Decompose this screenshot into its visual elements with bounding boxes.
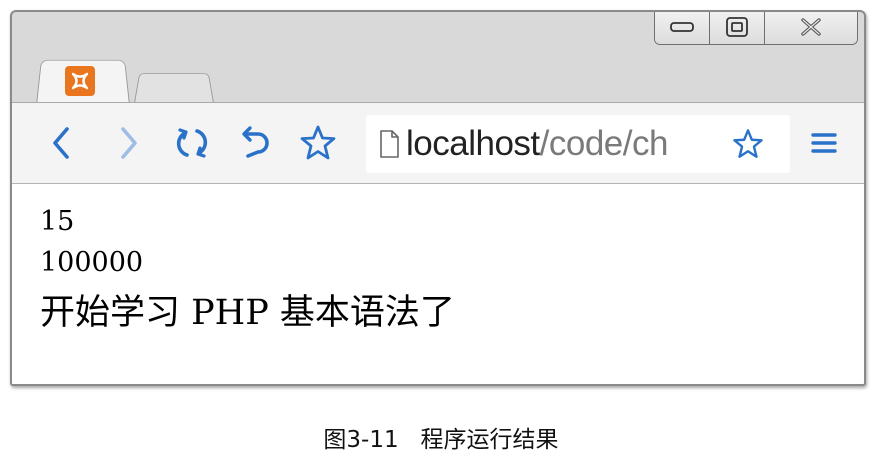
minimize-icon [670, 22, 694, 32]
close-button[interactable] [765, 12, 857, 44]
output-line-3: 开始学习 PHP 基本语法了 [40, 293, 455, 333]
new-tab-button[interactable] [134, 73, 214, 103]
window-controls [654, 12, 858, 45]
undo-button[interactable] [234, 123, 274, 163]
undo-icon [242, 126, 269, 158]
url-host: localhost [406, 124, 540, 163]
minimize-button[interactable] [655, 12, 710, 44]
forward-button[interactable] [108, 123, 148, 163]
reload-icon [176, 128, 208, 158]
browser-window: localhost/code/ch 15 100000 开始学习 PHP 基本语… [10, 10, 866, 386]
reload-button[interactable] [172, 123, 212, 163]
maximize-icon [726, 17, 748, 37]
chevron-left-icon [53, 127, 69, 159]
hamburger-icon [811, 133, 837, 153]
star-icon [733, 129, 763, 158]
figure-caption: 图3-11 程序运行结果 [323, 427, 559, 453]
address-bar[interactable]: localhost/code/ch [366, 115, 790, 173]
menu-button[interactable] [804, 123, 844, 163]
page-icon [372, 115, 406, 173]
omnibox-star-button[interactable] [726, 115, 770, 173]
xampp-icon [65, 66, 95, 96]
url-text[interactable]: localhost/code/ch [406, 124, 726, 164]
chevron-right-icon [121, 127, 137, 159]
browser-toolbar: localhost/code/ch [12, 102, 864, 184]
page-content: 15 100000 开始学习 PHP 基本语法了 [12, 184, 864, 384]
maximize-button[interactable] [710, 12, 765, 44]
output-line-1: 15 [40, 206, 75, 237]
bookmark-button[interactable] [298, 123, 338, 163]
url-path: /code/ch [539, 124, 669, 163]
output-line-2: 100000 [40, 247, 144, 278]
star-icon [300, 125, 336, 160]
close-icon [801, 18, 821, 36]
back-button[interactable] [42, 123, 82, 163]
